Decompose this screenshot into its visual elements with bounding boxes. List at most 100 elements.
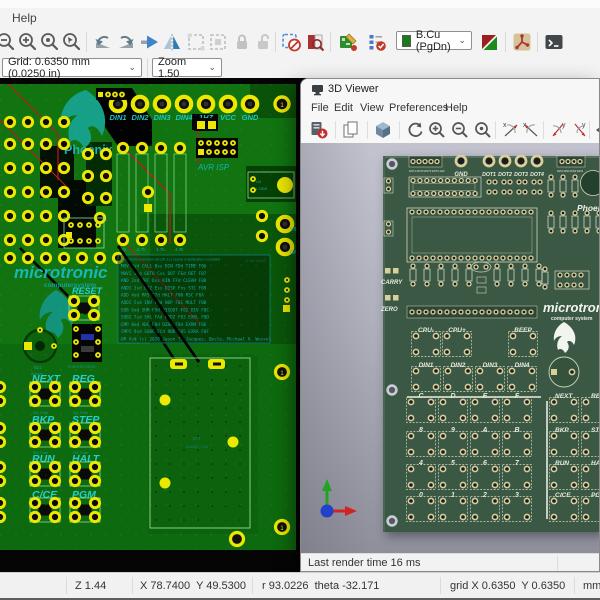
viewer3d-toolbar: x x y y [301, 117, 599, 144]
layer-selector[interactable]: B.Cu (PgDn) ⌄ [396, 28, 472, 53]
render-options-cube-icon[interactable] [373, 120, 393, 140]
svg-text:E: E [483, 393, 488, 400]
copy-image-icon[interactable] [341, 120, 361, 140]
toolbar-separator [537, 32, 538, 52]
viewer3d-title: 3D Viewer [328, 83, 379, 95]
svg-text:3: 3 [515, 492, 519, 499]
zoom-in-icon[interactable] [17, 31, 39, 53]
layer-color-swatch [402, 34, 411, 47]
zoom-out-icon[interactable] [450, 120, 470, 140]
step-3d: STEP [591, 427, 600, 434]
menu-view[interactable]: View [356, 101, 388, 115]
zoom-fit-icon[interactable] [473, 120, 493, 140]
board-3d-render: DOT1 DOT2 DOT3 DOT4 1HZ GND DOT1 DOT2 DO… [380, 154, 600, 532]
statusbar-separator [132, 577, 133, 594]
toolbar-separator [589, 121, 590, 139]
rotate-y-pos-icon[interactable]: y [569, 120, 589, 140]
ungroup-selection-icon[interactable] [207, 31, 229, 53]
grid-selector[interactable]: Grid: 0.6350 mm (0.0250 in) ⌄ [2, 56, 142, 80]
svg-text:5: 5 [451, 460, 455, 467]
export-image-icon[interactable] [309, 120, 329, 140]
zoom-selector[interactable]: Zoom 1.50 ⌄ [152, 56, 222, 80]
monitor-icon [312, 85, 323, 96]
viewer3d-viewport[interactable]: DOT1 DOT2 DOT3 DOT4 1HZ GND DOT1 DOT2 DO… [301, 143, 599, 553]
viewer3d-titlebar[interactable]: 3D Viewer [301, 79, 599, 100]
editor-statusbar: Z 1.44 X 78.7400 Y 49.5300 r 93.0226 the… [0, 572, 600, 599]
run-3d: RUN [555, 460, 569, 467]
refresh-view-icon[interactable] [405, 120, 425, 140]
z-axis-origin [320, 504, 334, 518]
rotate-y-neg-icon[interactable]: y [549, 120, 569, 140]
viewer3d-statusbar: Last render time 16 ms [301, 553, 599, 571]
toolbar-separator [367, 121, 368, 139]
group-selection-icon[interactable] [185, 31, 207, 53]
status-grid: grid X 0.6350 Y 0.6350 [450, 580, 566, 592]
menu-help[interactable]: Help [6, 10, 43, 26]
svg-text:F: F [515, 393, 520, 400]
svg-text:9: 9 [451, 427, 455, 434]
viewer3d-menubar: File Edit View Preferences Help [301, 100, 599, 117]
zoom-in-icon[interactable] [427, 120, 447, 140]
window-caption-strip[interactable] [0, 0, 600, 8]
toolbar-separator [275, 32, 276, 52]
viewer3d-window: 3D Viewer File Edit View Preferences Hel… [300, 78, 600, 572]
zoom-out-icon[interactable] [0, 31, 17, 53]
pgm-3d: PGM [591, 492, 600, 499]
mirror-icon[interactable] [161, 31, 183, 53]
hide-ratsnest-icon[interactable] [280, 31, 302, 53]
rotate-x-pos-icon[interactable]: x [521, 120, 541, 140]
status-zoom: Z 1.44 [75, 580, 107, 592]
editor-toolbar-secondary: Grid: 0.6350 mm (0.0250 in) ⌄ Zoom 1.50 … [0, 56, 600, 80]
highlight-net-icon[interactable] [511, 31, 533, 53]
rotate-x-neg-icon[interactable]: x [501, 120, 521, 140]
kicad-pcb-editor-window: Help B.Cu (PgDn) ⌄ Grid: 0.6350 mm (0.02… [0, 0, 600, 600]
toolbar-separator [399, 121, 400, 139]
svg-text:x: x [503, 122, 507, 129]
svg-text:B: B [514, 427, 519, 434]
menu-help[interactable]: Help [441, 101, 472, 115]
unlock-icon[interactable] [252, 31, 274, 53]
header-left-labels: DOT1 DOT2 DOT3 DOT4 1HZ [409, 169, 445, 173]
render-time-text: Last render time 16 ms [308, 557, 421, 569]
undo-icon[interactable] [92, 31, 114, 53]
carry-label: CARRY [381, 280, 403, 286]
din4-label: DIN4 [515, 362, 530, 369]
menu-file[interactable]: File [307, 101, 333, 115]
reg-3d: REG [591, 393, 600, 400]
lock-icon[interactable] [231, 31, 253, 53]
beep-label: BEEP [514, 327, 532, 334]
zoom-fit-icon[interactable] [39, 31, 61, 53]
editor-toolbar: B.Cu (PgDn) ⌄ [0, 28, 600, 57]
drc-icon[interactable] [366, 31, 388, 53]
update-pcb-icon[interactable] [337, 31, 359, 53]
dot3-label: DOT3 [514, 172, 528, 178]
zoom-selection-icon[interactable] [61, 31, 83, 53]
footprint-browser-icon[interactable] [304, 31, 326, 53]
pan-view-icon[interactable] [594, 120, 600, 140]
svg-text:y: y [562, 122, 566, 129]
redo-icon[interactable] [115, 31, 137, 53]
scripting-console-icon[interactable] [543, 31, 565, 53]
toolbar-separator [505, 32, 506, 52]
statusbar-separator [574, 577, 575, 594]
svg-text:2: 2 [482, 492, 487, 499]
flip-board-view-icon[interactable] [478, 31, 500, 53]
cursor-arrow-icon[interactable] [138, 31, 160, 53]
chevron-down-icon: ⌄ [128, 62, 136, 72]
header-right-labels: DIN1 DIN2 DIN3 DIN4 [557, 169, 583, 173]
toolbar-separator [543, 121, 544, 139]
chevron-down-icon: ⌄ [458, 35, 466, 45]
toolbar-separator [330, 32, 331, 52]
brand-sub-3d: computer system [551, 316, 593, 322]
dot4-label: DOT4 [530, 172, 544, 178]
cce-3d: C/CE [555, 492, 571, 499]
svg-text:D: D [450, 393, 455, 400]
din3-label: DIN3 [483, 362, 498, 369]
svg-text:A: A [481, 427, 487, 434]
editor-menubar: Help [0, 8, 600, 28]
menu-edit[interactable]: Edit [330, 101, 357, 115]
toolbar-separator [335, 121, 336, 139]
toolbar-separator [495, 121, 496, 139]
layer-selector-value: B.Cu (PgDn) [415, 28, 451, 53]
svg-text:0: 0 [419, 492, 423, 499]
